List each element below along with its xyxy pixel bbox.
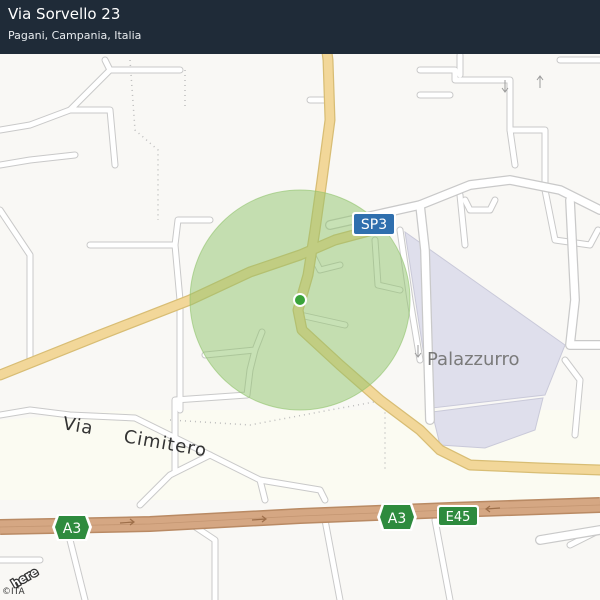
route-shield-a3-right-label: A3 [388, 511, 406, 527]
place-label: Palazzurro [427, 349, 520, 370]
map-canvas[interactable]: SP3 A3 A3 E45 Palazzurro Via Cimitero [0, 0, 600, 600]
route-shield-e45: E45 [437, 505, 479, 527]
location-header: Via Sorvello 23 Pagani, Campania, Italia [0, 0, 600, 54]
address-region: Pagani, Campania, Italia [8, 29, 142, 42]
address-title: Via Sorvello 23 [8, 5, 121, 23]
route-shield-sp3: SP3 [352, 212, 396, 236]
location-dot[interactable] [295, 295, 305, 305]
svg-text:here: here [9, 565, 40, 588]
route-shield-e45-label: E45 [446, 510, 471, 525]
here-logo: here [8, 564, 40, 588]
route-shield-a3-left-label: A3 [63, 521, 81, 537]
route-shield-a3-left: A3 [52, 514, 92, 541]
route-shield-a3-right: A3 [377, 503, 417, 531]
map-credit: ©ITA [2, 587, 25, 597]
route-shield-sp3-label: SP3 [361, 217, 387, 233]
